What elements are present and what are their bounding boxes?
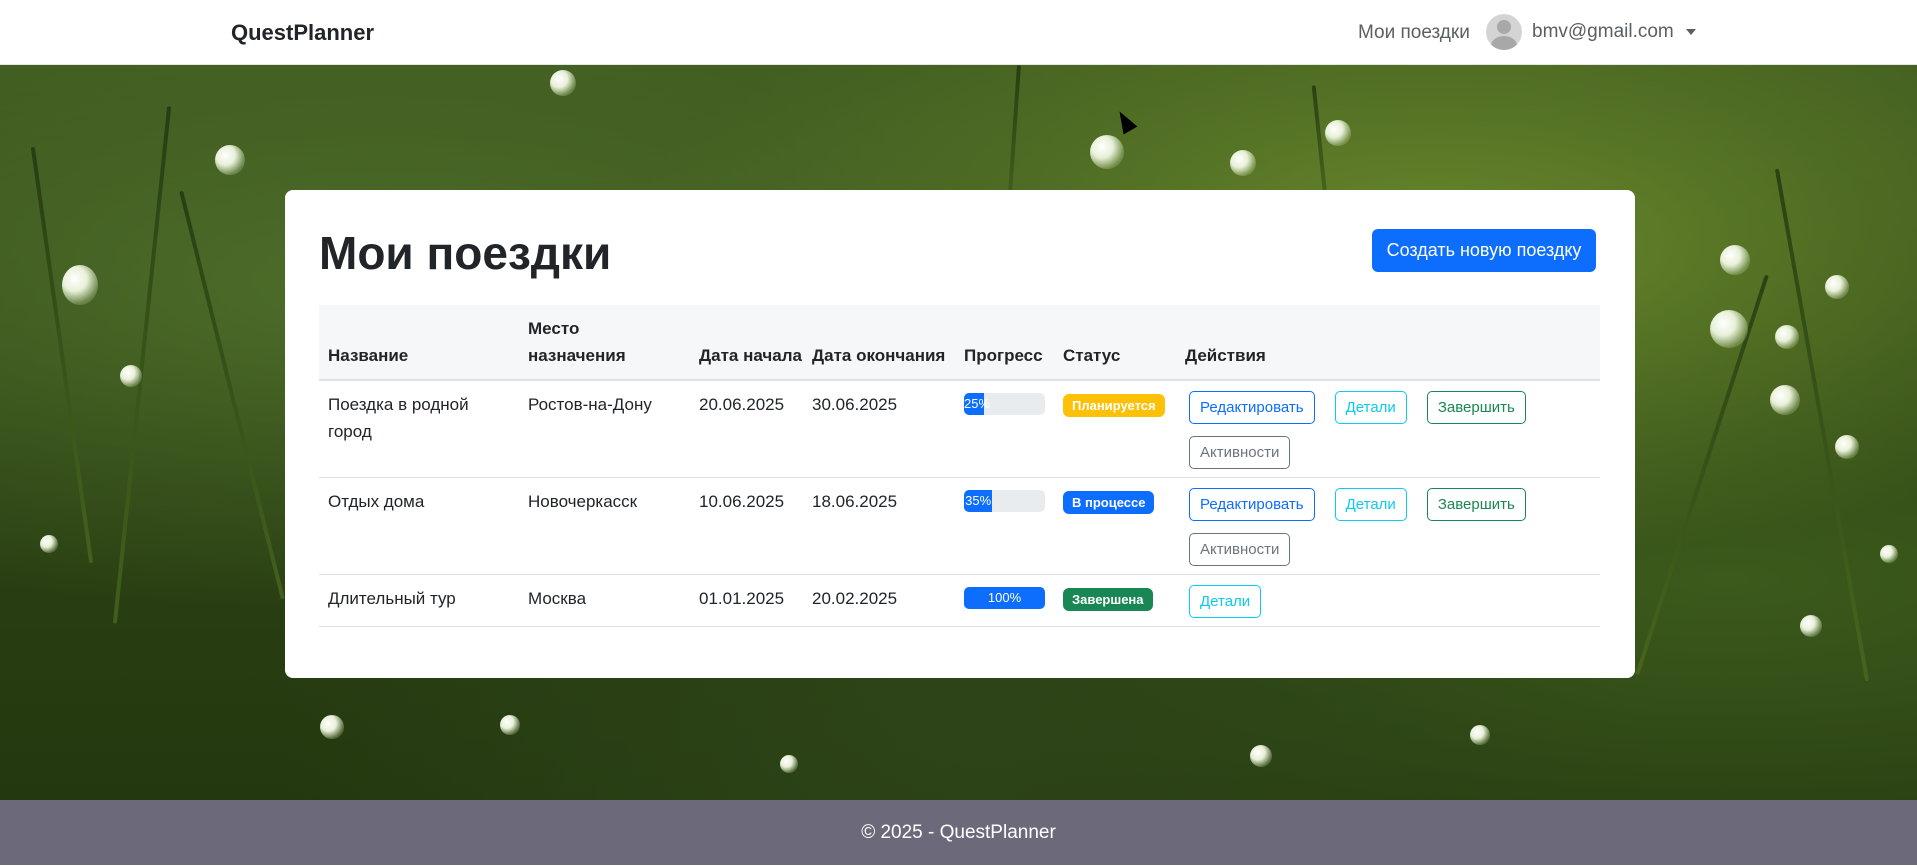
- trip-actions-cell: Редактировать Детали Завершить Активност…: [1176, 477, 1600, 575]
- create-trip-button[interactable]: Создать новую поездку: [1372, 229, 1596, 272]
- progress-bar: 35%: [964, 490, 1045, 512]
- chevron-down-icon[interactable]: [1685, 29, 1696, 35]
- trip-destination: Ростов-на-Дону: [519, 380, 690, 478]
- page-title: Мои поездки: [319, 227, 612, 279]
- status-badge: Планируется: [1063, 394, 1165, 417]
- trips-card: Мои поездки Создать новую поездку Назван…: [285, 190, 1635, 678]
- complete-button[interactable]: Завершить: [1426, 391, 1526, 424]
- user-menu[interactable]: bmv@gmail.com: [1486, 14, 1696, 50]
- trip-name: Поездка в родной город: [319, 380, 519, 478]
- trip-progress-cell: 25%: [955, 380, 1054, 478]
- table-row: Длительный тур Москва 01.01.2025 20.02.2…: [319, 574, 1600, 627]
- trip-destination: Новочеркасск: [519, 477, 690, 575]
- col-end: Дата окончания: [803, 305, 955, 381]
- progress-bar: 25%: [964, 393, 1045, 415]
- trip-actions-cell: Редактировать Детали Завершить Активност…: [1176, 380, 1600, 478]
- activities-button[interactable]: Активности: [1189, 533, 1291, 566]
- table-row: Отдых дома Новочеркасск 10.06.2025 18.06…: [319, 477, 1600, 575]
- trip-name: Отдых дома: [319, 477, 519, 575]
- col-actions: Действия: [1176, 305, 1600, 381]
- activities-button[interactable]: Активности: [1189, 436, 1291, 469]
- progress-fill: 25%: [964, 393, 990, 415]
- trip-start: 01.01.2025: [690, 574, 803, 627]
- table-row: Поездка в родной город Ростов-на-Дону 20…: [319, 380, 1600, 478]
- edit-button[interactable]: Редактировать: [1189, 488, 1315, 521]
- footer: © 2025 - QuestPlanner: [0, 800, 1917, 865]
- trips-table: Название Место назначения Дата начала Да…: [319, 305, 1600, 627]
- trip-end: 30.06.2025: [803, 380, 955, 478]
- details-button[interactable]: Детали: [1334, 391, 1407, 424]
- details-button[interactable]: Детали: [1189, 585, 1262, 618]
- status-badge: В процессе: [1063, 491, 1155, 514]
- progress-fill: 35%: [964, 490, 993, 512]
- brand-logo[interactable]: QuestPlanner: [231, 20, 374, 46]
- trip-destination: Москва: [519, 574, 690, 627]
- trip-name: Длительный тур: [319, 574, 519, 627]
- avatar[interactable]: [1486, 14, 1522, 50]
- trip-progress-cell: 35%: [955, 477, 1054, 575]
- col-progress: Прогресс: [955, 305, 1054, 381]
- trip-start: 20.06.2025: [690, 380, 803, 478]
- trip-actions-cell: Детали: [1176, 574, 1600, 627]
- col-start: Дата начала: [690, 305, 803, 381]
- complete-button[interactable]: Завершить: [1426, 488, 1526, 521]
- progress-fill: 100%: [964, 587, 1045, 609]
- trip-status-cell: В процессе: [1054, 477, 1176, 575]
- table-header-row: Название Место назначения Дата начала Да…: [319, 305, 1600, 381]
- trip-start: 10.06.2025: [690, 477, 803, 575]
- navbar: QuestPlanner Мои поездки bmv@gmail.com: [0, 0, 1917, 65]
- col-status: Статус: [1054, 305, 1176, 381]
- footer-text: © 2025 - QuestPlanner: [861, 822, 1056, 843]
- col-destination: Место назначения: [519, 305, 690, 381]
- trip-end: 20.02.2025: [803, 574, 955, 627]
- col-name: Название: [319, 305, 519, 381]
- details-button[interactable]: Детали: [1334, 488, 1407, 521]
- progress-bar: 100%: [964, 587, 1045, 609]
- trip-status-cell: Завершена: [1054, 574, 1176, 627]
- edit-button[interactable]: Редактировать: [1189, 391, 1315, 424]
- trip-end: 18.06.2025: [803, 477, 955, 575]
- user-email[interactable]: bmv@gmail.com: [1532, 21, 1674, 43]
- nav-link-my-trips[interactable]: Мои поездки: [1358, 22, 1470, 44]
- trip-status-cell: Планируется: [1054, 380, 1176, 478]
- status-badge: Завершена: [1063, 588, 1153, 611]
- trip-progress-cell: 100%: [955, 574, 1054, 627]
